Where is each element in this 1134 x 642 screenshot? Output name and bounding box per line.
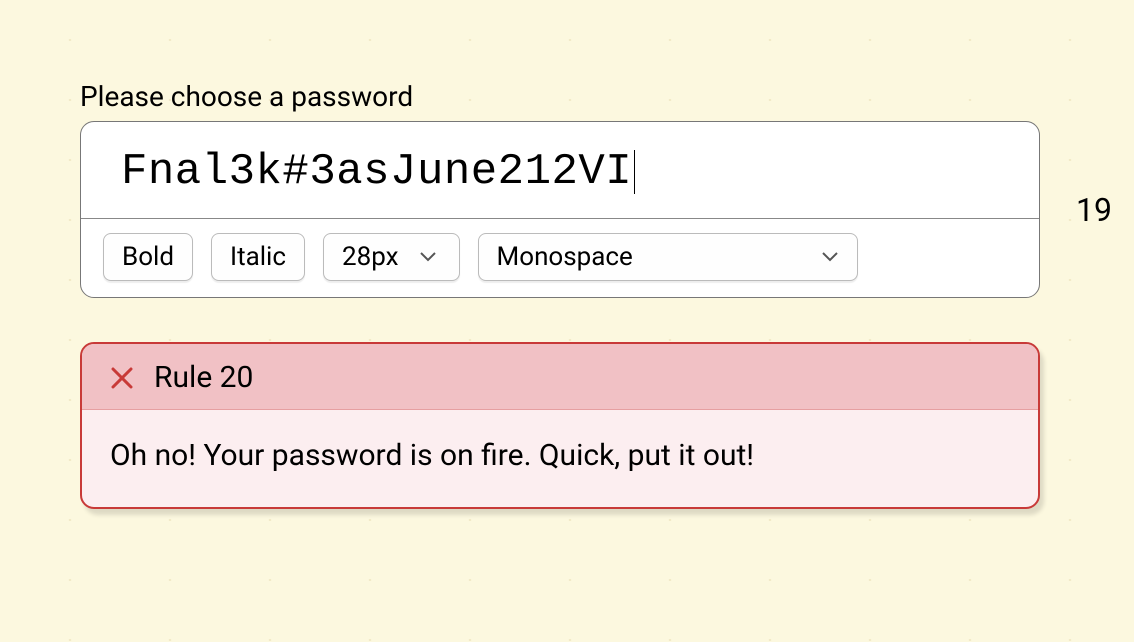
rule-card: Rule 20 Oh no! Your password is on fire.…: [80, 342, 1040, 509]
bold-button[interactable]: Bold: [103, 233, 193, 281]
rule-header: Rule 20: [82, 344, 1038, 410]
password-value: Fnal3k#3asJune212VI: [121, 150, 635, 194]
chevron-down-icon: [419, 251, 437, 263]
rule-body: Oh no! Your password is on fire. Quick, …: [82, 410, 1038, 507]
font-family-value: Monospace: [497, 242, 633, 272]
password-input[interactable]: Fnal3k#3asJune212VI: [81, 122, 1039, 218]
font-family-select[interactable]: Monospace: [478, 233, 858, 281]
password-box: Fnal3k#3asJune212VI Bold Italic 28px Mon…: [80, 121, 1040, 298]
formatting-toolbar: Bold Italic 28px Monospace: [81, 219, 1039, 297]
font-size-value: 28px: [342, 242, 399, 272]
italic-button[interactable]: Italic: [211, 233, 305, 281]
char-count: 19: [1076, 191, 1112, 229]
font-size-select[interactable]: 28px: [323, 233, 460, 281]
password-prompt-label: Please choose a password: [80, 80, 1134, 113]
chevron-down-icon: [821, 251, 839, 263]
x-icon: [110, 366, 134, 390]
rule-title: Rule 20: [154, 360, 253, 395]
